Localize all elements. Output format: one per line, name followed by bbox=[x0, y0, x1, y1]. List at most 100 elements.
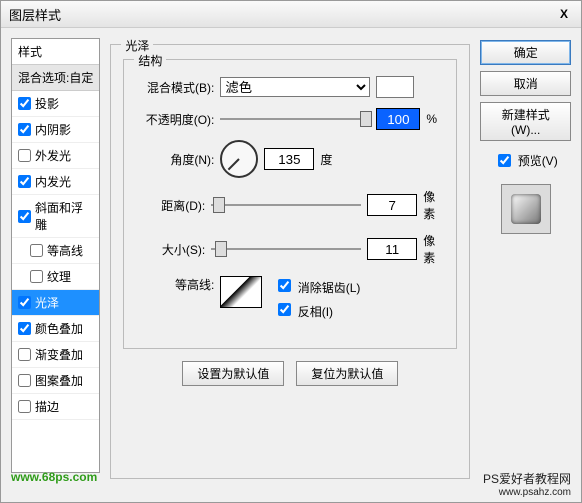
sidebar-item-checkbox[interactable] bbox=[18, 210, 31, 223]
anti-alias-checkbox[interactable] bbox=[278, 279, 291, 292]
sidebar-item[interactable]: 渐变叠加 bbox=[12, 342, 99, 368]
sidebar-item-label: 光泽 bbox=[35, 294, 59, 311]
group-title: 结构 bbox=[134, 52, 166, 69]
opacity-slider[interactable] bbox=[220, 118, 370, 120]
watermark-right2: www.psahz.com bbox=[483, 487, 571, 498]
dialog-body: 样式 混合选项:自定 投影内阴影外发光内发光斜面和浮雕等高线纹理光泽颜色叠加渐变… bbox=[1, 28, 581, 473]
sidebar-item-checkbox[interactable] bbox=[18, 322, 31, 335]
sidebar-item[interactable]: 投影 bbox=[12, 91, 99, 117]
sidebar-item-checkbox[interactable] bbox=[18, 97, 31, 110]
sidebar-item-checkbox[interactable] bbox=[18, 175, 31, 188]
sidebar-item-checkbox[interactable] bbox=[30, 244, 43, 257]
sidebar-item-checkbox[interactable] bbox=[18, 400, 31, 413]
sidebar-item[interactable]: 外发光 bbox=[12, 143, 99, 169]
anti-alias-label: 消除锯齿(L) bbox=[298, 281, 361, 295]
preview-thumbnail bbox=[501, 184, 551, 234]
opacity-label: 不透明度(O): bbox=[136, 111, 214, 128]
distance-thumb[interactable] bbox=[213, 197, 225, 213]
ok-button[interactable]: 确定 bbox=[480, 40, 571, 65]
size-label: 大小(S): bbox=[136, 241, 205, 258]
sidebar-item-checkbox[interactable] bbox=[18, 149, 31, 162]
dialog-title: 图层样式 bbox=[9, 5, 61, 24]
preview-label: 预览(V) bbox=[518, 152, 558, 169]
sidebar-item[interactable]: 描边 bbox=[12, 394, 99, 420]
center-panel: 光泽 结构 混合模式(B): 滤色 不透明度(O): bbox=[110, 38, 470, 473]
distance-label: 距离(D): bbox=[136, 197, 205, 214]
sidebar-item-label: 内发光 bbox=[35, 173, 71, 190]
invert-check[interactable]: 反相(I) bbox=[274, 300, 360, 320]
preview-inner bbox=[511, 194, 541, 224]
sidebar-item[interactable]: 光泽 bbox=[12, 290, 99, 316]
reset-default-button[interactable]: 复位为默认值 bbox=[296, 361, 398, 386]
sidebar-item-checkbox[interactable] bbox=[18, 123, 31, 136]
right-column: 确定 取消 新建样式(W)... 预览(V) bbox=[480, 38, 571, 473]
watermark-right: PS爱好者教程网 www.psahz.com bbox=[483, 470, 571, 498]
row-distance: 距离(D): 像素 bbox=[136, 188, 444, 222]
sidebar-item-label: 外发光 bbox=[35, 147, 71, 164]
invert-label: 反相(I) bbox=[298, 305, 333, 319]
preview-toggle[interactable]: 预览(V) bbox=[494, 151, 558, 170]
sidebar-item-label: 纹理 bbox=[47, 268, 71, 285]
default-buttons: 设置为默认值 复位为默认值 bbox=[123, 361, 457, 386]
contour-label: 等高线: bbox=[136, 276, 214, 293]
sidebar-item-label: 内阴影 bbox=[35, 121, 71, 138]
sidebar-item[interactable]: 等高线 bbox=[12, 238, 99, 264]
invert-checkbox[interactable] bbox=[278, 303, 291, 316]
angle-dial[interactable] bbox=[220, 140, 258, 178]
sidebar-item-checkbox[interactable] bbox=[18, 296, 31, 309]
contour-picker[interactable] bbox=[220, 276, 262, 308]
row-blend: 混合模式(B): 滤色 bbox=[136, 76, 444, 98]
row-opacity: 不透明度(O): % bbox=[136, 108, 444, 130]
distance-slider[interactable] bbox=[211, 204, 361, 206]
sidebar-item-checkbox[interactable] bbox=[18, 348, 31, 361]
new-style-button[interactable]: 新建样式(W)... bbox=[480, 102, 571, 141]
sidebar-item-label: 描边 bbox=[35, 398, 59, 415]
make-default-button[interactable]: 设置为默认值 bbox=[182, 361, 284, 386]
px-label-2: 像素 bbox=[423, 232, 444, 266]
sidebar-header[interactable]: 样式 bbox=[12, 39, 99, 65]
sidebar-item-label: 颜色叠加 bbox=[35, 320, 83, 337]
sidebar-item-label: 斜面和浮雕 bbox=[35, 199, 93, 233]
watermark-right1: PS爱好者教程网 bbox=[483, 472, 571, 486]
cancel-button[interactable]: 取消 bbox=[480, 71, 571, 96]
anti-alias-check[interactable]: 消除锯齿(L) bbox=[274, 276, 360, 296]
structure-group: 结构 混合模式(B): 滤色 不透明度(O): bbox=[123, 59, 457, 349]
styles-sidebar: 样式 混合选项:自定 投影内阴影外发光内发光斜面和浮雕等高线纹理光泽颜色叠加渐变… bbox=[11, 38, 100, 473]
sidebar-item[interactable]: 斜面和浮雕 bbox=[12, 195, 99, 238]
sidebar-item[interactable]: 图案叠加 bbox=[12, 368, 99, 394]
opacity-thumb[interactable] bbox=[360, 111, 372, 127]
sidebar-item-label: 图案叠加 bbox=[35, 372, 83, 389]
sidebar-item[interactable]: 纹理 bbox=[12, 264, 99, 290]
color-swatch[interactable] bbox=[376, 76, 414, 98]
angle-unit: 度 bbox=[320, 151, 332, 168]
satin-panel: 光泽 结构 混合模式(B): 滤色 不透明度(O): bbox=[110, 44, 470, 479]
layer-style-dialog: 图层样式 X 样式 混合选项:自定 投影内阴影外发光内发光斜面和浮雕等高线纹理光… bbox=[0, 0, 582, 503]
close-icon[interactable]: X bbox=[555, 5, 573, 23]
percent-label: % bbox=[426, 112, 437, 126]
size-thumb[interactable] bbox=[215, 241, 227, 257]
row-contour: 等高线: 消除锯齿(L) 反相(I) bbox=[136, 276, 444, 320]
titlebar: 图层样式 X bbox=[1, 1, 581, 28]
distance-input[interactable] bbox=[367, 194, 417, 216]
row-angle: 角度(N): 度 bbox=[136, 140, 444, 178]
sidebar-item-checkbox[interactable] bbox=[18, 374, 31, 387]
sidebar-item[interactable]: 颜色叠加 bbox=[12, 316, 99, 342]
opacity-input[interactable] bbox=[376, 108, 420, 130]
sidebar-blend-options[interactable]: 混合选项:自定 bbox=[12, 65, 99, 91]
watermark-left: www.68ps.com bbox=[11, 470, 97, 498]
row-size: 大小(S): 像素 bbox=[136, 232, 444, 266]
angle-input[interactable] bbox=[264, 148, 314, 170]
size-slider[interactable] bbox=[211, 248, 361, 250]
angle-label: 角度(N): bbox=[136, 151, 214, 168]
blend-label: 混合模式(B): bbox=[136, 79, 214, 96]
preview-checkbox[interactable] bbox=[498, 154, 511, 167]
px-label-1: 像素 bbox=[423, 188, 444, 222]
sidebar-item[interactable]: 内阴影 bbox=[12, 117, 99, 143]
sidebar-item-label: 渐变叠加 bbox=[35, 346, 83, 363]
sidebar-item-checkbox[interactable] bbox=[30, 270, 43, 283]
blend-mode-select[interactable]: 滤色 bbox=[220, 77, 370, 97]
footer: www.68ps.com PS爱好者教程网 www.psahz.com bbox=[1, 470, 581, 498]
sidebar-item[interactable]: 内发光 bbox=[12, 169, 99, 195]
size-input[interactable] bbox=[367, 238, 417, 260]
sidebar-item-label: 等高线 bbox=[47, 242, 83, 259]
